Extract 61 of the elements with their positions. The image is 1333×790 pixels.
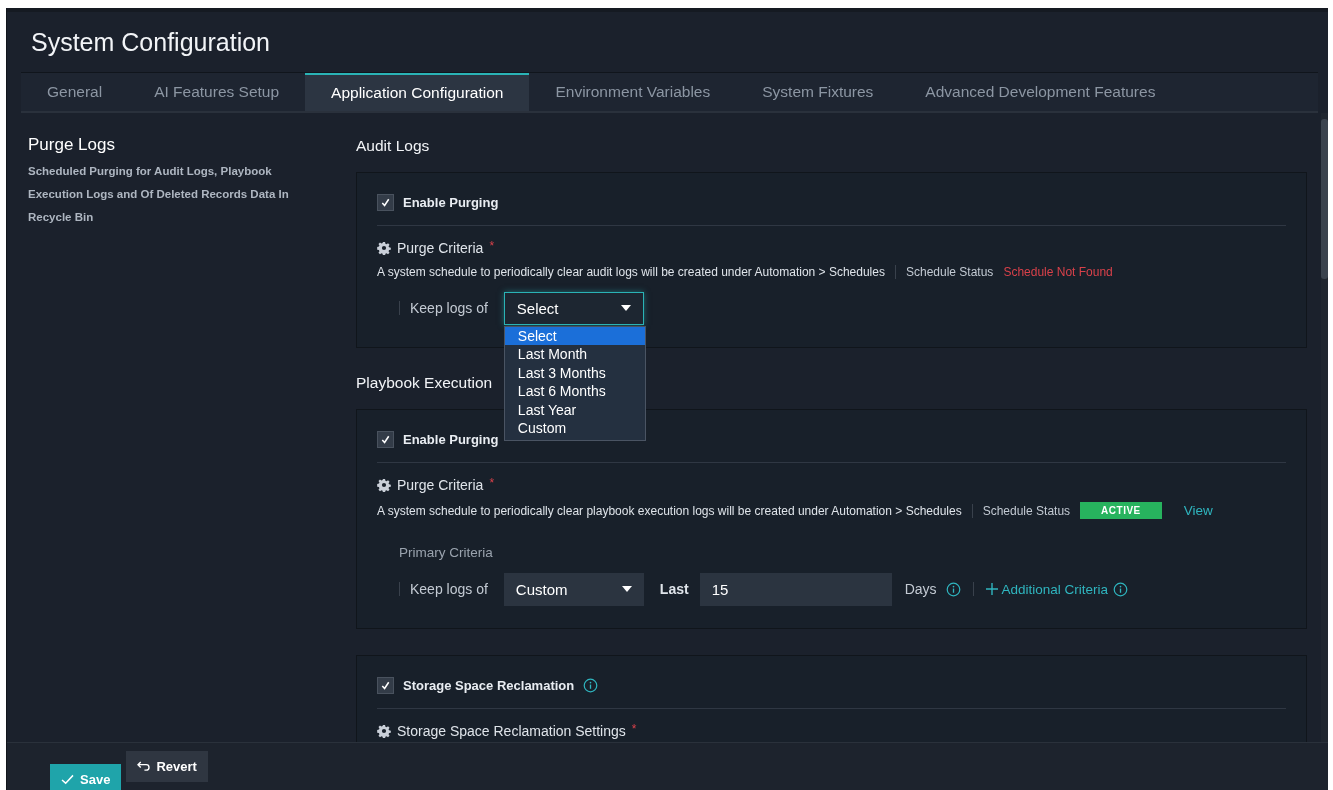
checkbox[interactable] [377, 193, 394, 211]
sidebar-title: Purge Logs [28, 135, 116, 155]
dropdown-option[interactable]: Last 3 Months [504, 363, 645, 382]
checkbox-label: Enable Purging [403, 194, 499, 210]
select-dropdown[interactable]: Select [503, 291, 644, 325]
required-mark: * [489, 238, 495, 253]
days-input[interactable]: 15 [699, 572, 892, 606]
view-link[interactable]: View [1183, 503, 1213, 518]
criteria-label: Purge Criteria [397, 477, 484, 493]
field-label: Keep logs of [410, 581, 488, 597]
dropdown-option[interactable]: Last Year [504, 400, 645, 419]
sidebar-description: Scheduled Purging for Audit Logs, Playbook Execution Logs and Of Deleted Records Data In Recycle Bin [28, 164, 290, 225]
window-title: System Configuration [31, 27, 270, 57]
checkbox-label: Enable Purging [403, 431, 499, 447]
dropdown-option[interactable]: Custom [504, 419, 645, 438]
status-label: Schedule Status [905, 265, 994, 279]
undo-arrow-icon [137, 761, 151, 772]
checkbox[interactable] [377, 676, 394, 694]
required-mark: * [489, 475, 495, 490]
schedule-note: A system schedule to periodically clear audit logs will be created under Automation > Schedules [377, 265, 885, 279]
tab[interactable]: System Fixtures [736, 73, 900, 111]
tab[interactable]: Environment Variables [529, 73, 737, 111]
section-heading: Playbook Execution [356, 374, 493, 392]
tab[interactable]: General [21, 73, 129, 111]
tab[interactable]: Advanced Development Features [899, 73, 1182, 111]
checkmark-icon [61, 774, 74, 785]
tab[interactable]: Application Configuration [305, 73, 530, 111]
checkmark-icon [380, 679, 391, 691]
scrollbar[interactable] [1321, 113, 1328, 742]
revert-button[interactable]: Revert [126, 751, 208, 782]
plus-icon[interactable] [985, 583, 998, 595]
schedule-note: A system schedule to periodically clear playbook execution logs will be created under Automation > Schedules [377, 503, 962, 518]
caret-icon [621, 586, 632, 592]
gear-icon [377, 724, 391, 738]
checkmark-icon [380, 196, 391, 208]
checkmark-icon [380, 433, 391, 445]
additional-criteria-link[interactable]: Additional Criteria [1001, 581, 1109, 597]
dropdown-option[interactable]: Last Month [504, 345, 645, 364]
checkbox[interactable] [377, 430, 394, 448]
caret-icon [620, 305, 631, 311]
dropdown-option[interactable]: Select [504, 326, 645, 345]
gear-icon [377, 478, 391, 492]
required-mark: * [631, 721, 637, 736]
status-label: Schedule Status [982, 503, 1071, 518]
criteria-label: Storage Space Reclamation Settings [397, 723, 626, 739]
status-badge: ACTIVE [1080, 502, 1162, 519]
gear-icon [377, 241, 391, 255]
primary-criteria-label: Primary Criteria [399, 545, 494, 560]
unit-label: Days [904, 581, 937, 597]
info-icon[interactable] [945, 581, 961, 597]
status-text: Schedule Not Found [1003, 265, 1113, 279]
section-heading: Audit Logs [356, 137, 430, 155]
tab[interactable]: AI Features Setup [128, 73, 306, 111]
criteria-label: Purge Criteria [397, 240, 484, 256]
select-dropdown[interactable]: Custom [503, 572, 644, 606]
checkbox-label: Storage Space Reclamation [403, 677, 575, 693]
info-icon[interactable] [1113, 581, 1129, 597]
field-label: Keep logs of [410, 300, 488, 316]
dropdown-option[interactable]: Last 6 Months [504, 382, 645, 401]
field-label: Last [659, 581, 689, 597]
info-icon[interactable] [583, 677, 599, 693]
